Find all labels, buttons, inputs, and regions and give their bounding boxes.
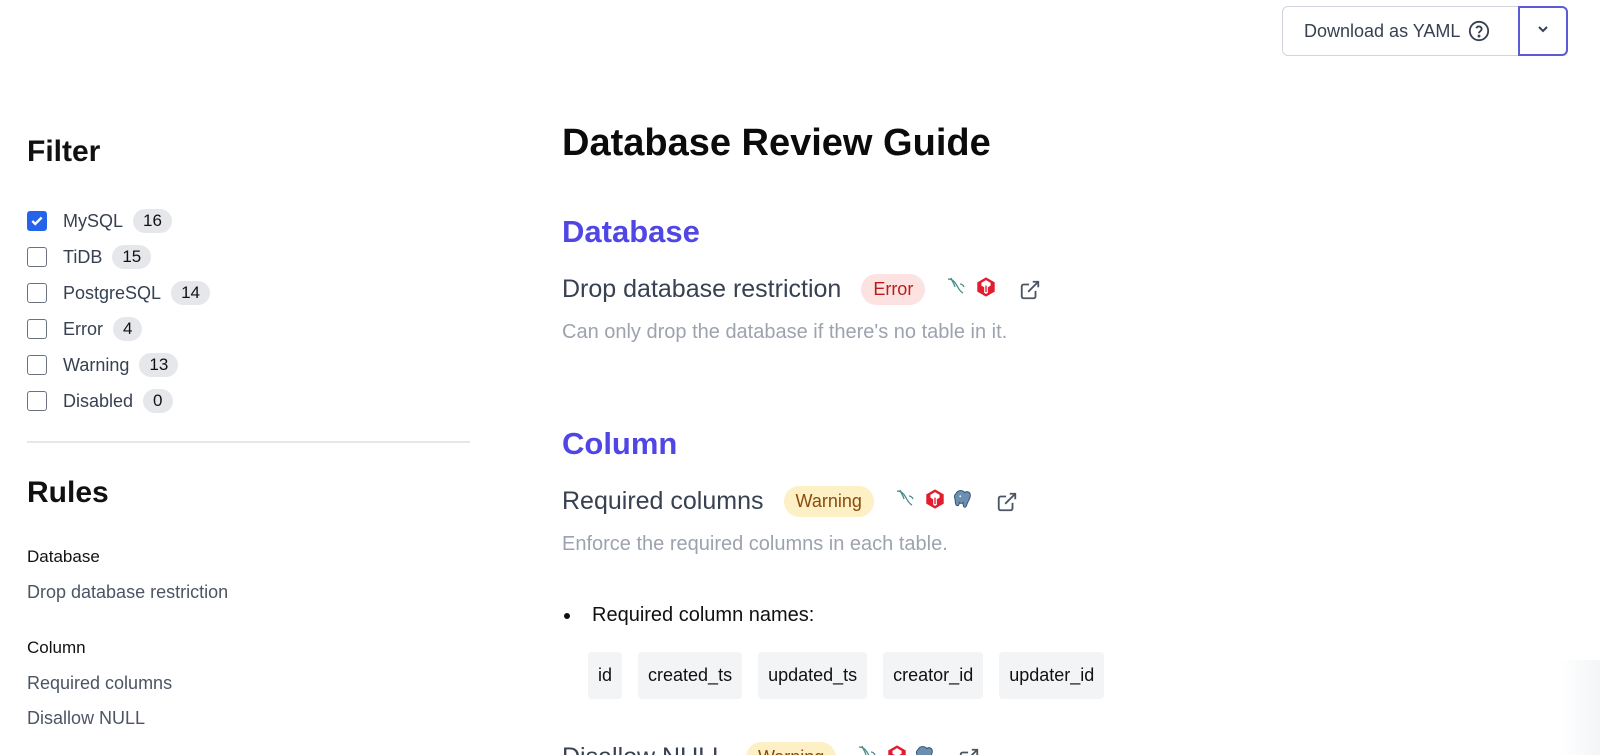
- level-badge-warning: Warning: [745, 742, 837, 755]
- filter-item-tidb[interactable]: TiDB 15: [27, 239, 210, 275]
- filter-count-badge: 16: [133, 209, 172, 233]
- question-circle-icon[interactable]: [1468, 20, 1490, 42]
- filter-label: Error: [63, 318, 103, 339]
- filter-item-error[interactable]: Error 4: [27, 311, 210, 347]
- engine-icons: [894, 487, 974, 516]
- tidb-icon: [924, 488, 946, 515]
- filter-checkbox-postgresql[interactable]: [27, 283, 47, 303]
- postgresql-icon: [914, 744, 936, 755]
- payload-item: Required column names:: [562, 604, 814, 627]
- filter-list: MySQL 16 TiDB 15 PostgreSQL 14 Error 4 W…: [27, 203, 210, 419]
- rule-name: Disallow NULL: [562, 743, 726, 755]
- filter-checkbox-disabled[interactable]: [27, 391, 47, 411]
- filter-label: MySQL: [63, 210, 124, 231]
- engine-icons: [856, 743, 936, 755]
- external-link-icon[interactable]: [1019, 279, 1041, 301]
- filter-label: PostgreSQL: [63, 282, 162, 303]
- column-chip: updater_id: [999, 652, 1105, 699]
- filter-checkbox-warning[interactable]: [27, 355, 47, 375]
- sidebar-divider: [27, 441, 470, 443]
- download-options-dropdown[interactable]: [1518, 6, 1568, 56]
- filter-item-warning[interactable]: Warning 13: [27, 347, 210, 383]
- filter-checkbox-tidb[interactable]: [27, 247, 47, 267]
- sidebar-item-disallow-null[interactable]: Disallow NULL: [27, 708, 145, 729]
- download-button-group: Download as YAML: [1282, 6, 1568, 56]
- filter-label: Warning: [63, 354, 130, 375]
- column-chip: updated_ts: [758, 652, 868, 699]
- rules-heading: Rules: [27, 476, 109, 509]
- mysql-icon: [856, 743, 880, 755]
- filter-item-disabled[interactable]: Disabled 0: [27, 383, 210, 419]
- sidebar-item-drop-database-restriction[interactable]: Drop database restriction: [27, 582, 228, 603]
- filter-checkbox-error[interactable]: [27, 319, 47, 339]
- external-link-icon[interactable]: [958, 747, 980, 755]
- sidebar-item-required-columns[interactable]: Required columns: [27, 673, 172, 694]
- section-title-database: Database: [562, 214, 700, 249]
- level-badge-warning: Warning: [783, 486, 874, 517]
- chevron-down-icon: [1535, 21, 1551, 42]
- rule-required-columns: Required columns Warning: [562, 486, 1018, 517]
- filter-count-badge: 0: [143, 389, 173, 413]
- rule-drop-database-restriction: Drop database restriction Error: [562, 274, 1041, 305]
- filter-item-mysql[interactable]: MySQL 16: [27, 203, 210, 239]
- column-chip: creator_id: [883, 652, 984, 699]
- postgresql-icon: [952, 488, 974, 515]
- filter-label: TiDB: [63, 246, 103, 267]
- download-yaml-button[interactable]: Download as YAML: [1282, 6, 1518, 56]
- filter-item-postgresql[interactable]: PostgreSQL 14: [27, 275, 210, 311]
- filter-count-badge: 13: [139, 353, 179, 377]
- tidb-icon: [975, 276, 997, 303]
- rule-name: Required columns: [562, 487, 764, 515]
- sidebar-section-database[interactable]: Database: [27, 547, 100, 567]
- filter-count-badge: 4: [113, 317, 143, 341]
- required-columns-list: id created_ts updated_ts creator_id upda…: [588, 652, 1105, 699]
- payload-label: Required column names:: [592, 604, 815, 626]
- external-link-icon[interactable]: [996, 491, 1018, 513]
- page-title: Database Review Guide: [562, 122, 991, 164]
- bullet-dot: [564, 612, 570, 619]
- mysql-icon: [945, 275, 969, 304]
- column-chip: created_ts: [638, 652, 743, 699]
- filter-heading: Filter: [27, 135, 101, 168]
- tidb-icon: [886, 744, 908, 755]
- section-title-column: Column: [562, 426, 678, 461]
- filter-checkbox-mysql[interactable]: [27, 211, 47, 231]
- filter-label: Disabled: [63, 390, 134, 411]
- download-yaml-label: Download as YAML: [1304, 20, 1461, 41]
- rule-disallow-null: Disallow NULL Warning: [562, 742, 980, 755]
- filter-count-badge: 15: [112, 245, 152, 269]
- column-chip: id: [588, 652, 623, 699]
- mysql-icon: [894, 487, 918, 516]
- engine-icons: [945, 275, 997, 304]
- sidebar-section-column[interactable]: Column: [27, 638, 86, 658]
- rule-description: Can only drop the database if there's no…: [562, 321, 1008, 343]
- rule-description: Enforce the required columns in each tab…: [562, 533, 948, 555]
- rule-name: Drop database restriction: [562, 275, 842, 303]
- level-badge-error: Error: [861, 274, 926, 305]
- filter-count-badge: 14: [171, 281, 210, 305]
- scroll-shadow: [1560, 660, 1600, 755]
